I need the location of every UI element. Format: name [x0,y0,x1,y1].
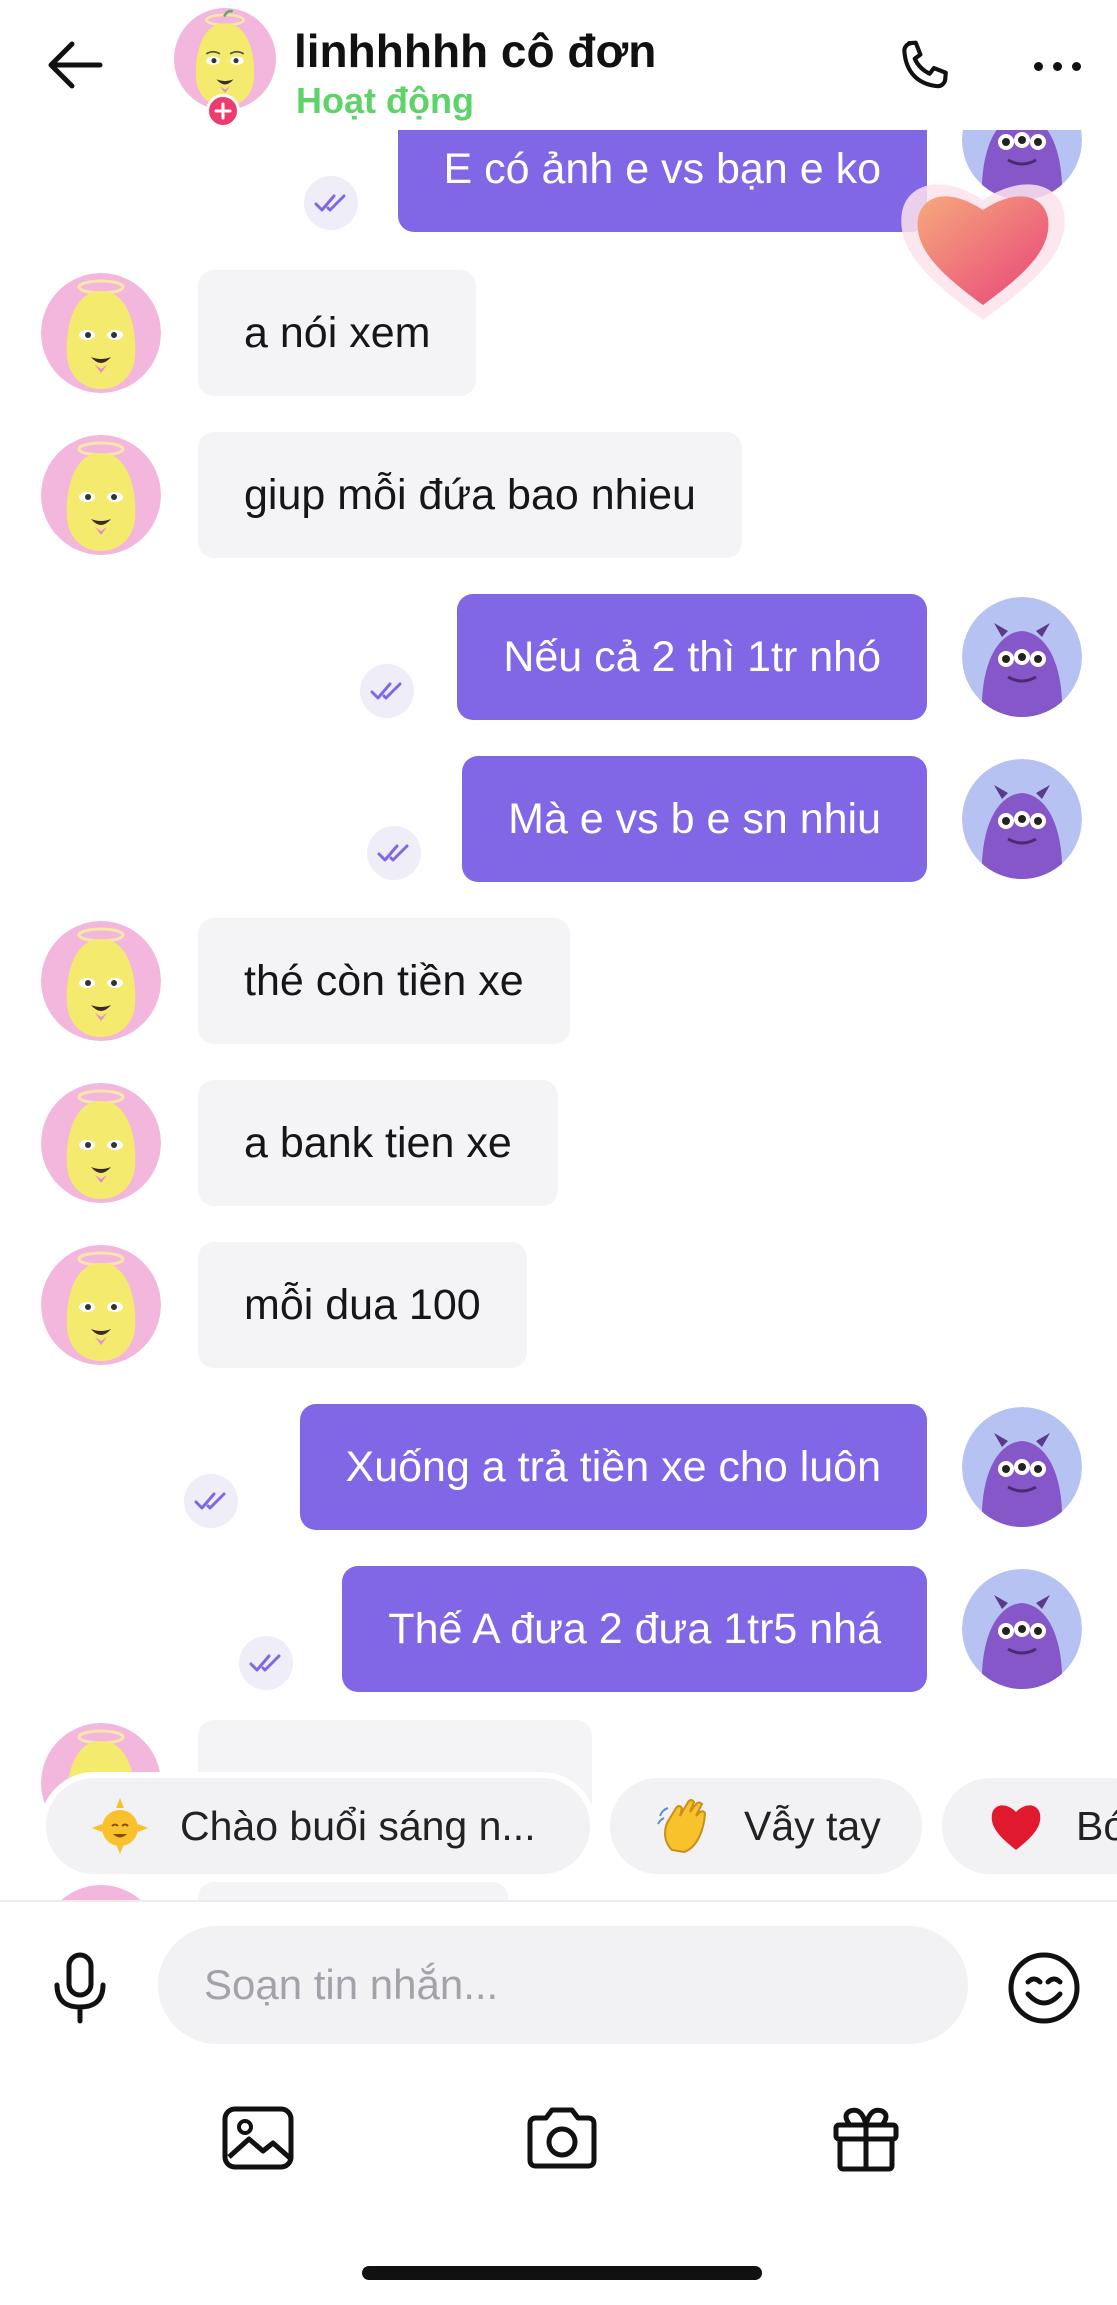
seen-check-icon [239,1636,293,1690]
camera-button[interactable] [522,2098,602,2178]
message-row-incoming: giup mỗi đứa bao nhieu [0,432,1117,558]
my-avatar[interactable] [962,1569,1082,1689]
message-bubble-incoming[interactable]: thé còn tiền xe [198,918,570,1044]
waving-hand-emoji-icon [654,1796,714,1856]
message-row-outgoing: Nếu cả 2 thì 1tr nhó [0,594,1117,720]
dot-icon [1033,61,1043,71]
quick-reply-bar: Chào buổi sáng n... Vẫy tay Bó [0,1778,1117,1874]
image-icon [222,2106,294,2170]
message-row-incoming: a bank tien xe [0,1080,1117,1206]
red-heart-emoji-icon [986,1796,1046,1856]
contact-name[interactable]: linhhhhh cô đơn [294,24,656,78]
dot-icon [1071,61,1081,71]
phone-icon [902,40,948,89]
contact-avatar-small[interactable] [41,1245,161,1365]
message-bubble-incoming[interactable]: a nói xem [198,270,477,396]
message-input[interactable] [158,1926,968,2044]
emoji-button[interactable] [1006,1950,1082,2026]
message-row-incoming: thé còn tiền xe [0,918,1117,1044]
more-options-button[interactable] [1012,36,1102,96]
quick-reply-label: Vẫy tay [744,1802,881,1849]
gift-button[interactable] [826,2098,906,2178]
message-bubble-incoming[interactable]: giup mỗi đứa bao nhieu [198,432,742,558]
contact-avatar-small[interactable] [41,921,161,1041]
my-avatar[interactable] [962,1407,1082,1527]
message-row-outgoing: Thế A đưa 2 đưa 1tr5 nhá [0,1566,1117,1692]
seen-check-icon [360,664,414,718]
composer-area [0,1900,1117,2305]
contact-avatar-small[interactable] [41,435,161,555]
message-bubble-incoming[interactable]: mỗi dua 100 [198,1242,527,1368]
gift-icon [833,2107,899,2172]
seen-check-icon [304,176,358,230]
contact-avatar-small[interactable] [41,1083,161,1203]
back-button[interactable] [40,30,110,100]
message-bubble-outgoing[interactable]: Nếu cả 2 thì 1tr nhó [457,594,927,720]
quick-reply-wave[interactable]: Vẫy tay [610,1778,922,1874]
contact-avatar-small[interactable] [41,273,161,393]
message-bubble-outgoing[interactable]: Thế A đưa 2 đưa 1tr5 nhá [342,1566,927,1692]
message-row-outgoing: Mà e vs b e sn nhiu [0,756,1117,882]
call-button[interactable] [886,30,960,104]
smiley-icon [1008,1952,1080,2024]
my-avatar[interactable] [962,597,1082,717]
message-bubble-outgoing[interactable]: Xuống a trả tiền xe cho luôn [299,1404,927,1530]
sun-emoji-icon [90,1796,150,1856]
my-avatar[interactable] [962,759,1082,879]
home-indicator [362,2266,762,2280]
heart-sticker-icon [888,160,1078,330]
message-bubble-outgoing[interactable]: Mà e vs b e sn nhiu [462,756,927,882]
quick-reply-label: Bó [1076,1802,1117,1849]
message-bubble-incoming[interactable] [198,1882,508,1900]
dot-icon [1052,61,1062,71]
online-status: Hoạt động [296,80,474,121]
quick-reply-heart[interactable]: Bó [942,1778,1117,1874]
message-row-outgoing: Xuống a trả tiền xe cho luôn [0,1404,1117,1530]
contact-avatar-small[interactable] [41,1885,161,1900]
chat-header: linhhhhh cô đơn Hoạt động [0,0,1117,130]
quick-reply-label: Chào buổi sáng n... [180,1802,536,1849]
voice-message-button[interactable] [44,1948,116,2028]
seen-check-icon [184,1474,238,1528]
microphone-icon [54,1952,106,2024]
camera-icon [527,2107,597,2169]
plus-icon [214,102,232,120]
quick-reply-good-morning[interactable]: Chào buổi sáng n... [46,1778,590,1874]
message-row-incoming [0,1882,1117,1900]
arrow-left-icon [48,41,103,89]
add-friend-badge[interactable] [206,94,240,128]
seen-check-icon [367,826,421,880]
gallery-button[interactable] [218,2098,298,2178]
message-bubble-incoming[interactable]: a bank tien xe [198,1080,558,1206]
message-list[interactable]: E có ảnh e vs bạn e ko a nói xem giup mỗ… [0,0,1117,1900]
message-row-incoming: mỗi dua 100 [0,1242,1117,1368]
